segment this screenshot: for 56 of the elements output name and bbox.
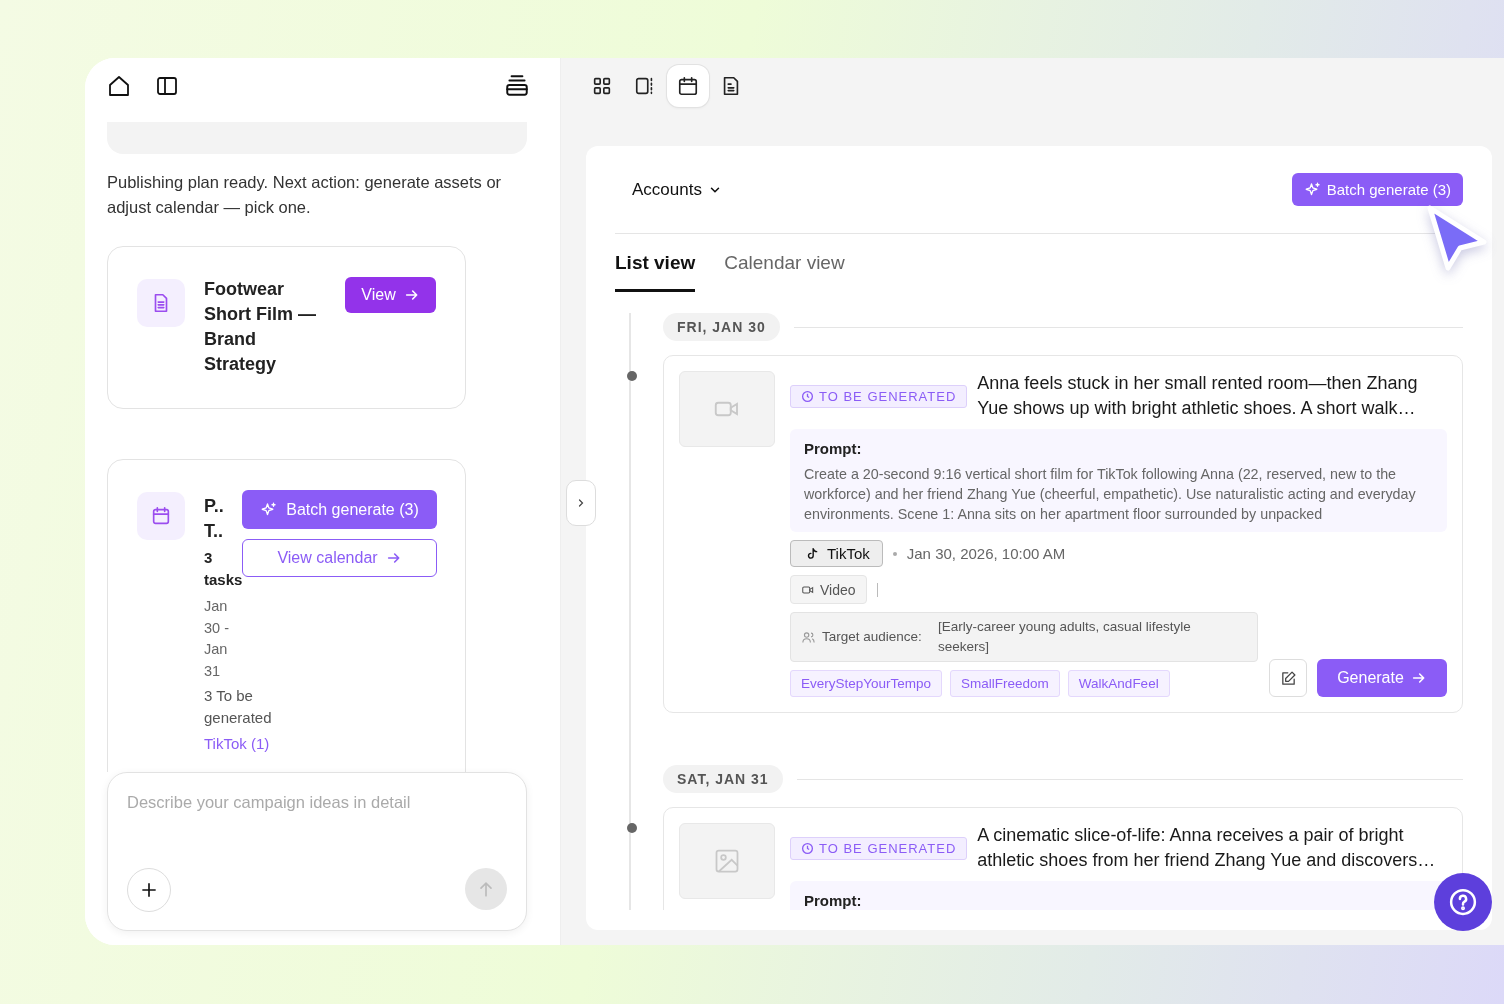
hashtag-chip[interactable]: EveryStepYourTempo [790, 670, 943, 697]
status-badge: TO BE GENERATED [790, 837, 968, 860]
add-button[interactable] [127, 868, 171, 912]
grid-view-icon [591, 75, 613, 97]
edit-button[interactable] [1269, 659, 1307, 697]
generate-button[interactable]: Generate [1317, 659, 1447, 697]
date-label: SAT, JAN 31 [663, 765, 783, 793]
calendar-view-icon [677, 75, 699, 97]
assistant-message: Publishing plan ready. Next action: generate assets or adjust calendar — pick one. [107, 172, 503, 218]
calendar-icon [150, 505, 172, 527]
post-title: A cinematic slice-of-life: Anna receives a pair of bright athletic shoes from her friend Zhang Yue and discovers… [977, 824, 1437, 872]
platform-link[interactable]: TikTok (1) [204, 733, 270, 755]
sidebar-toggle-icon[interactable] [155, 74, 179, 98]
plus-icon [139, 880, 159, 900]
format-chip: Video [790, 575, 867, 604]
batch-generate-button[interactable]: Batch generate (3) [242, 490, 437, 529]
music-note-icon [805, 546, 819, 561]
hashtag-chip[interactable]: SmallFreedom [950, 670, 1060, 697]
timeline-dot [627, 823, 637, 833]
status-badge: TO BE GENERATED [790, 385, 968, 408]
view-calendar-button[interactable]: View calendar [242, 539, 437, 577]
card-title: Footwear Short Film — Brand Strategy [204, 278, 317, 376]
card-title: P.. T.. [204, 495, 225, 543]
stack-icon[interactable] [504, 73, 530, 99]
people-icon [801, 629, 816, 645]
audience-value: [Early-career young adults, casual lifestyle seekers] [938, 618, 1192, 656]
timeline-dot [627, 371, 637, 381]
prompt-input[interactable]: Describe your campaign ideas in detail [127, 787, 507, 818]
status-text: 3 To be generated [204, 686, 273, 728]
prompt-label: Prompt: [804, 439, 863, 459]
prompt-label: Prompt: [804, 891, 863, 910]
view-tab[interactable]: Calendar view [724, 234, 845, 292]
post-title: Anna feels stuck in her small rented room—then Zhang Yue shows up with bright athletic shoes. A short walk… [977, 372, 1419, 420]
view-switch-button[interactable] [667, 65, 709, 107]
arrow-right-icon [1410, 670, 1427, 686]
arrow-right-icon [403, 287, 420, 303]
view-button[interactable]: View [345, 277, 436, 313]
image-icon [713, 847, 741, 875]
home-icon[interactable] [107, 74, 131, 98]
edit-icon [1279, 669, 1297, 687]
date-range: Jan 30 - Jan 31 [204, 597, 230, 681]
platform-chip[interactable]: TikTok [790, 540, 883, 567]
arrow-right-icon [385, 550, 402, 566]
batch-generate-button[interactable]: Batch generate (3) [1291, 173, 1463, 206]
accounts-dropdown[interactable]: Accounts [632, 179, 722, 200]
prompt-text: Create a 20-second 9:16 vertical short film for TikTok following Anna (22, reserved, new to the workforce) and her friend Zhang Yue (cheerful, empathetic). Use naturalistic acting and everyday environments. Scene 1: Anna sits on her apartment floor surrounded by unpacked [804, 465, 1417, 524]
date-label: FRI, JAN 30 [663, 313, 780, 341]
audience-label: Target audience: [822, 628, 922, 646]
clock-icon [801, 390, 814, 403]
hashtag-chip[interactable]: WalkAndFeel [1067, 670, 1170, 697]
schedule-time: Jan 30, 2026, 10:00 AM [906, 545, 1066, 562]
collapse-toggle-button[interactable] [566, 480, 596, 526]
task-count: 3 tasks [204, 548, 242, 590]
view-tab[interactable]: List view [615, 234, 696, 292]
question-mark-icon [1448, 887, 1478, 917]
clock-icon [801, 842, 814, 855]
